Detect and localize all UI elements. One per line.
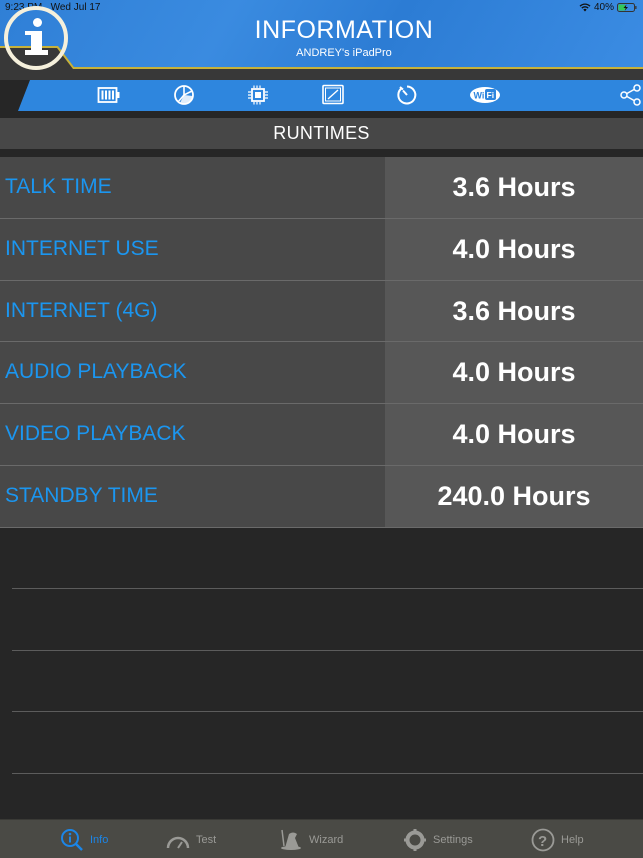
empty-row-divider [12,650,643,651]
page-title: INFORMATION [254,16,434,44]
chip-icon[interactable] [246,84,270,106]
svg-text:Fi: Fi [487,90,495,100]
info-search-icon [61,829,83,851]
table-row: INTERNET USE 4.0 Hours [0,218,643,281]
device-name: ANDREY's iPadPro [296,47,392,59]
runtime-label: INTERNET USE [0,218,385,280]
tab-settings[interactable]: Settings [403,828,473,852]
runtime-label: STANDBY TIME [0,465,385,527]
runtime-label: AUDIO PLAYBACK [0,342,385,404]
battery-charging-icon [617,3,637,12]
runtime-label: TALK TIME [0,157,385,218]
runtime-value: 4.0 Hours [385,342,643,404]
svg-text:Wi: Wi [474,91,485,101]
share-icon[interactable] [619,84,643,106]
tab-label: Test [196,834,217,846]
empty-row-divider [12,588,643,589]
header: 9:23 PM Wed Jul 17 40% INFORMATION ANDRE… [0,0,643,80]
runtime-label: INTERNET (4G) [0,280,385,342]
wifi-icon [579,3,591,12]
table-row: INTERNET (4G) 3.6 Hours [0,280,643,343]
wifi-logo-icon[interactable]: Wi Fi [469,84,501,106]
runtime-value: 4.0 Hours [385,404,643,465]
stopwatch-icon[interactable] [395,84,419,106]
battery-percent: 40% [593,2,614,13]
table-row: VIDEO PLAYBACK 4.0 Hours [0,404,643,466]
table-row: TALK TIME 3.6 Hours [0,157,643,219]
help-icon: ? [531,828,555,852]
runtime-value: 4.0 Hours [385,218,643,280]
empty-row-divider [12,773,643,774]
wizard-hat-icon [281,829,301,850]
status-right: 40% [579,2,637,13]
tab-label: Wizard [309,834,344,846]
table-row: STANDBY TIME 240.0 Hours [0,465,643,528]
section-title: RUNTIMES [0,118,643,149]
screen-icon[interactable] [321,84,345,106]
runtimes-table: TALK TIME 3.6 Hours INTERNET USE 4.0 Hou… [0,157,643,528]
runtime-label: VIDEO PLAYBACK [0,404,385,465]
pie-chart-icon[interactable] [172,84,196,106]
battery-icon[interactable] [97,84,121,106]
runtime-value: 3.6 Hours [385,280,643,342]
tab-label: Help [561,834,584,846]
empty-row-divider [12,711,643,712]
gear-icon [404,829,426,851]
tab-test[interactable]: Test [166,828,216,852]
tab-wizard[interactable]: Wizard [279,828,343,852]
runtime-value: 240.0 Hours [385,465,643,527]
tab-label: Settings [433,834,473,846]
speedometer-icon [166,836,190,849]
category-toolbar: Wi Fi [18,80,643,111]
table-row: AUDIO PLAYBACK 4.0 Hours [0,342,643,405]
svg-text:?: ? [538,833,547,850]
tab-bar: Info Test Wizard Settings ? Help [0,819,643,858]
runtime-value: 3.6 Hours [385,157,643,218]
tab-info[interactable]: Info [60,828,108,852]
tab-help[interactable]: ? Help [531,828,584,852]
screen: 9:23 PM Wed Jul 17 40% INFORMATION ANDRE… [0,0,643,858]
tab-label: Info [90,834,109,846]
